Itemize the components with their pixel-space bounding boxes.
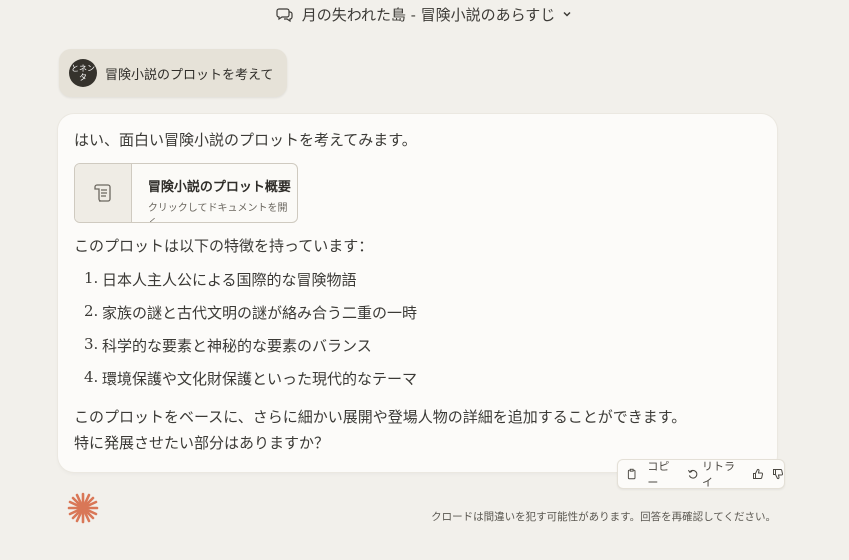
thumbs-up-icon (753, 468, 764, 479)
user-message: とネン タ 冒険小説のプロットを考えて (59, 49, 287, 97)
assistant-message: はい、面白い冒険小説のプロットを考えてみます。 冒険小説のプロット概要 クリック… (58, 114, 777, 472)
document-subtitle: クリックしてドキュメントを開く (147, 203, 288, 222)
avatar: とネン タ (69, 59, 97, 87)
document-title: 冒険小説のプロット概要 (147, 180, 291, 195)
document-scroll-icon (94, 184, 111, 202)
conversation-title-bar[interactable]: 月の失われた島 - 冒険小説のあらすじ (0, 0, 849, 28)
copy-button[interactable]: コピー (626, 458, 679, 490)
document-icon-box (75, 164, 132, 222)
chevron-down-icon (563, 11, 571, 17)
retry-button[interactable]: リトライ (687, 458, 744, 490)
user-message-text: 冒険小説のプロットを考えて (105, 67, 274, 83)
features-list: 1. 日本人主人公による国際的な冒険物語 2. 家族の謎と古代文明の謎が絡み合う二重… (84, 269, 417, 401)
assistant-intro: はい、面白い冒険小説のプロットを考えてみます。 (74, 131, 417, 149)
retry-icon (687, 469, 697, 479)
document-artifact-card[interactable]: 冒険小説のプロット概要 クリックしてドキュメントを開く (74, 163, 298, 223)
thumbs-down-button[interactable] (772, 468, 784, 480)
outro-line: 特に発展させたい部分はありますか？ (74, 434, 330, 452)
features-intro: このプロットは以下の特徴を持っています： (74, 237, 374, 255)
list-item: 1. 日本人主人公による国際的な冒険物語 (84, 269, 357, 289)
list-item: 4. 環境保護や文化財保護といった現代的なテーマ (84, 368, 418, 388)
thumbs-down-icon (773, 469, 784, 480)
disclaimer-text: クロードは間違いを犯す可能性があります。回答を再確認してください。 (431, 511, 776, 523)
conversation-title: 月の失われた島 - 冒険小説のあらすじ (301, 5, 556, 24)
chat-bubbles-icon (276, 8, 293, 23)
list-item: 3. 科学的な要素と神秘的な要素のバランス (84, 335, 372, 355)
assistant-outro: このプロットをベースに、さらに細かい展開や登場人物の詳細を追加することができます… (74, 404, 686, 456)
outro-line: このプロットをベースに、さらに細かい展開や登場人物の詳細を追加することができます… (74, 408, 687, 426)
list-item: 2. 家族の謎と古代文明の謎が絡み合う二重の一時 (84, 302, 418, 322)
thumbs-up-button[interactable] (752, 468, 764, 480)
clipboard-icon (627, 468, 636, 480)
claude-logo-icon (67, 492, 99, 524)
message-action-bar: コピー リトライ (617, 459, 785, 489)
